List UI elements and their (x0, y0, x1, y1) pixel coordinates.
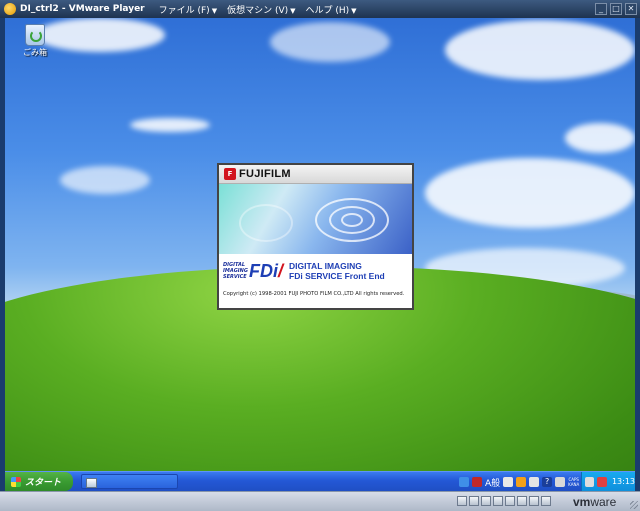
brand-name: FUJIFILM (239, 168, 291, 180)
printer-icon[interactable] (529, 496, 539, 506)
clock[interactable]: 13:13 (612, 477, 635, 486)
maximize-button[interactable]: □ (610, 3, 622, 15)
caps-kana-indicator: CAPS KANA (568, 477, 580, 487)
fdi-logo: FDi/ (249, 260, 284, 281)
product-name: DIGITAL IMAGING FDi SERVICE Front End (289, 261, 385, 281)
slash-mark-icon: / (278, 260, 284, 281)
chevron-down-icon: ▼ (290, 6, 296, 15)
taskbar-app-button[interactable] (81, 474, 178, 489)
network-adapter-icon[interactable] (493, 496, 503, 506)
cloud (60, 166, 150, 194)
close-button[interactable]: ✕ (625, 3, 637, 15)
cd-drive-icon[interactable] (469, 496, 479, 506)
copyright-text: Copyright (c) 1998-2001 FUJI PHOTO FILM … (223, 291, 405, 297)
message-icon[interactable] (541, 496, 551, 506)
usb-icon[interactable] (505, 496, 515, 506)
taskbar: スタート A般 ? CAPS KANA 13:13 (5, 471, 635, 491)
window-icon (86, 478, 97, 488)
floppy-icon[interactable] (481, 496, 491, 506)
ripple (239, 204, 293, 242)
cloud (130, 118, 210, 132)
vmware-titlebar: DI_ctrl2 - VMware Player ファイル (F) ▼ 仮想マシン… (0, 0, 640, 18)
menu-help[interactable]: ヘルプ (H) ▼ (306, 3, 357, 16)
fujifilm-logo-icon: F (224, 168, 236, 180)
minimize-button[interactable]: _ (595, 3, 607, 15)
resize-grip-icon[interactable] (630, 501, 638, 509)
ime-icon[interactable] (472, 477, 482, 487)
help-icon[interactable]: ? (542, 477, 553, 487)
desktop-icon-recycle-bin[interactable]: ごみ箱 (15, 24, 55, 58)
pad-icon[interactable] (529, 477, 540, 487)
keyboard-icon[interactable] (459, 477, 469, 487)
menu-vm[interactable]: 仮想マシン (V) ▼ (227, 3, 295, 16)
cloud (445, 20, 635, 80)
recycle-bin-icon (25, 24, 45, 46)
dictionary-icon[interactable] (516, 477, 527, 487)
device-icons (457, 496, 551, 506)
product-block: DIGITAL IMAGING SERVICE FDi/ DIGITAL IMA… (219, 254, 412, 288)
vmware-statusbar: vmware (0, 491, 640, 511)
security-icon[interactable] (597, 476, 607, 487)
ime-mode[interactable]: A般 (485, 476, 500, 489)
hard-disk-icon[interactable] (457, 496, 467, 506)
ime-toolbar: A般 ? CAPS KANA (459, 475, 579, 489)
system-tray: 13:13 (581, 472, 635, 491)
chevron-down-icon: ▼ (211, 6, 218, 15)
windows-flag-icon (11, 476, 21, 487)
vmware-brand: vmware (573, 495, 617, 509)
options-icon[interactable] (555, 477, 566, 487)
cloud (425, 158, 635, 228)
sound-icon[interactable] (517, 496, 527, 506)
vmware-logo-icon (4, 3, 16, 15)
network-icon[interactable] (585, 476, 595, 487)
desktop-icon-label: ごみ箱 (23, 48, 47, 57)
ripple (341, 213, 363, 227)
splash-header: F FUJIFILM (219, 165, 412, 184)
logo-small-text: DIGITAL IMAGING SERVICE (223, 262, 248, 280)
menu-file[interactable]: ファイル (F) ▼ (159, 3, 217, 16)
window-title: DI_ctrl2 - VMware Player (20, 4, 145, 14)
chevron-down-icon: ▼ (351, 6, 357, 15)
splash-artwork (219, 184, 412, 254)
tools-icon[interactable] (503, 477, 514, 487)
start-button[interactable]: スタート (5, 472, 73, 491)
cloud (565, 123, 635, 153)
splash-dialog: F FUJIFILM DIGITAL IMAGING SERVICE FDi/ … (217, 163, 414, 310)
cloud (270, 22, 390, 62)
